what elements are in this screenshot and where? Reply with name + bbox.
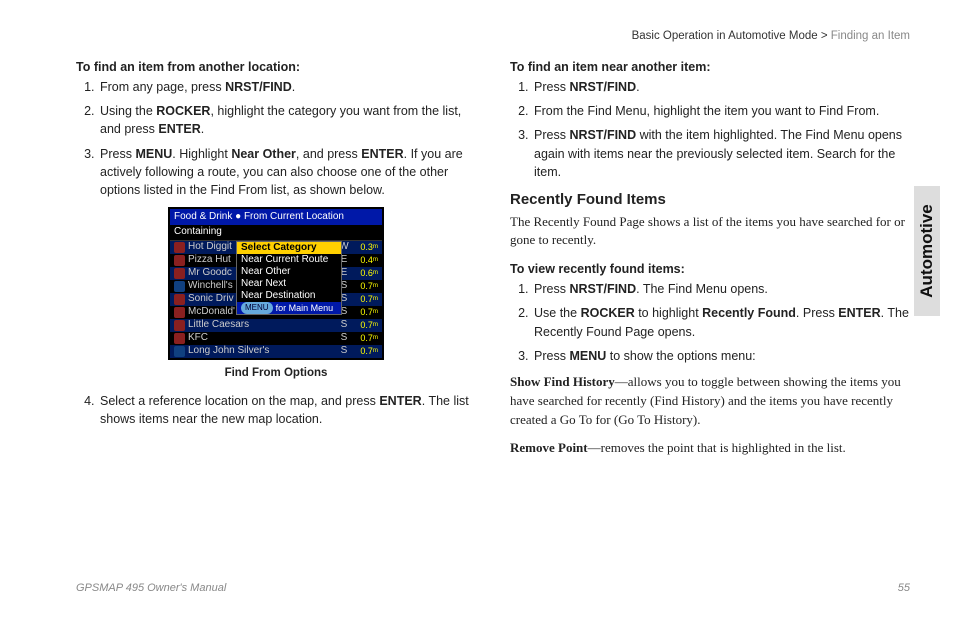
poi-icon: [174, 333, 185, 344]
popup-opt-near-other: Near Other: [237, 266, 341, 278]
left-step-4: Select a reference location on the map, …: [98, 392, 476, 428]
figure-wrap: Food & Drink ● From Current Location Con…: [76, 207, 476, 382]
breadcrumb-main: Basic Operation in Automotive Mode >: [632, 30, 831, 42]
remove-point: Remove Point—removes the point that is h…: [510, 439, 910, 458]
view-recent-steps: Press NRST/FIND. The Find Menu opens. Us…: [510, 280, 910, 365]
right-steps-1: Press NRST/FIND. From the Find Menu, hig…: [510, 78, 910, 181]
left-step-2: Using the ROCKER, highlight the category…: [98, 102, 476, 138]
popup-opt-near-destination: Near Destination: [237, 290, 341, 302]
ss-containing: Containing: [170, 225, 382, 241]
poi-icon: [174, 320, 185, 331]
view-step-2: Use the ROCKER to highlight Recently Fou…: [532, 304, 910, 340]
view-step-3: Press MENU to show the options menu:: [532, 347, 910, 365]
poi-icon: [174, 346, 185, 357]
right-column: To find an item near another item: Press…: [510, 58, 910, 468]
find-from-popup: Select Category Near Current Route Near …: [236, 241, 342, 315]
left-lead: To find an item from another location:: [76, 58, 476, 76]
recently-found-intro: The Recently Found Page shows a list of …: [510, 213, 910, 251]
right-step-3: Press NRST/FIND with the item highlighte…: [532, 126, 910, 180]
ss-titlebar: Food & Drink ● From Current Location: [170, 209, 382, 226]
ss-row: KFCS0.7ᵐ: [170, 332, 382, 345]
popup-opt-near-next: Near Next: [237, 278, 341, 290]
footer-page-number: 55: [898, 582, 910, 594]
breadcrumb: Basic Operation in Automotive Mode > Fin…: [632, 30, 910, 42]
side-tab-label: Automotive: [917, 204, 937, 298]
ss-row: Little CaesarsS0.7ᵐ: [170, 319, 382, 332]
show-find-history: Show Find History—allows you to toggle b…: [510, 373, 910, 430]
poi-icon: [174, 307, 185, 318]
poi-icon: [174, 268, 185, 279]
figure-caption: Find From Options: [76, 365, 476, 382]
menu-pill-icon: MENU: [241, 302, 273, 314]
left-step-1: From any page, press NRST/FIND.: [98, 78, 476, 96]
popup-menu-hint: MENUfor Main Menu: [237, 302, 341, 314]
view-recent-lead: To view recently found items:: [510, 260, 910, 278]
ss-rows: Hot DiggitW0.3ᵐ Pizza HutE0.4ᵐ Mr GoodcE…: [170, 241, 382, 358]
poi-icon: [174, 242, 185, 253]
poi-icon: [174, 255, 185, 266]
left-steps-cont: Select a reference location on the map, …: [76, 392, 476, 428]
right-step-1: Press NRST/FIND.: [532, 78, 910, 96]
ss-row: Long John Silver'sS0.7ᵐ: [170, 345, 382, 358]
footer-manual-title: GPSMAP 495 Owner's Manual: [76, 582, 226, 594]
left-step-3: Press MENU. Highlight Near Other, and pr…: [98, 145, 476, 199]
page-footer: GPSMAP 495 Owner's Manual 55: [76, 582, 910, 594]
left-column: To find an item from another location: F…: [76, 58, 476, 468]
recently-found-heading: Recently Found Items: [510, 189, 910, 211]
left-steps: From any page, press NRST/FIND. Using th…: [76, 78, 476, 199]
poi-icon: [174, 294, 185, 305]
right-lead: To find an item near another item:: [510, 58, 910, 76]
device-screenshot: Food & Drink ● From Current Location Con…: [168, 207, 384, 360]
content-columns: To find an item from another location: F…: [76, 58, 910, 468]
right-step-2: From the Find Menu, highlight the item y…: [532, 102, 910, 120]
popup-opt-near-current-route: Near Current Route: [237, 254, 341, 266]
breadcrumb-sub: Finding an Item: [831, 30, 910, 42]
manual-page: Basic Operation in Automotive Mode > Fin…: [0, 0, 954, 618]
view-step-1: Press NRST/FIND. The Find Menu opens.: [532, 280, 910, 298]
poi-icon: [174, 281, 185, 292]
side-tab: Automotive: [914, 186, 940, 316]
popup-opt-select-category: Select Category: [237, 242, 341, 254]
